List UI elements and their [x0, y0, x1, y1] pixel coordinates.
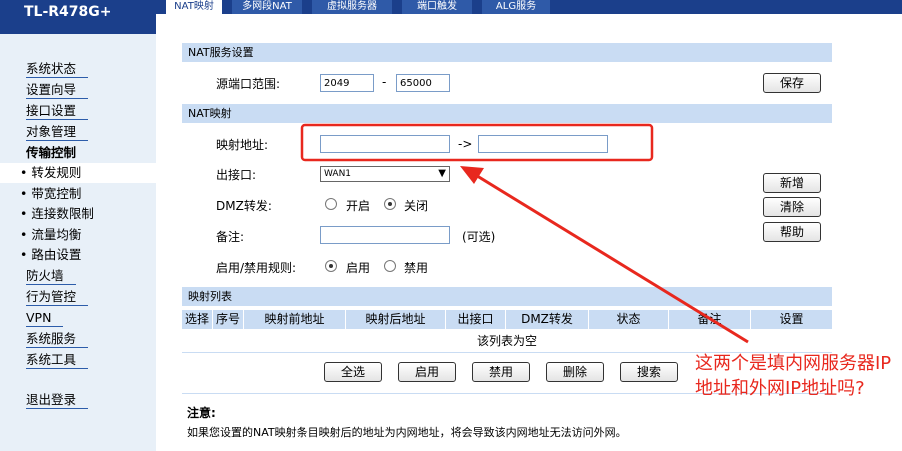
- annotation-arrow-head: [460, 166, 484, 184]
- annotation-text: 这两个是填内网服务器IP地址和外网IP地址吗?: [695, 353, 892, 399]
- annotation-box: [300, 123, 654, 162]
- annotation-arrow-line: [473, 172, 749, 344]
